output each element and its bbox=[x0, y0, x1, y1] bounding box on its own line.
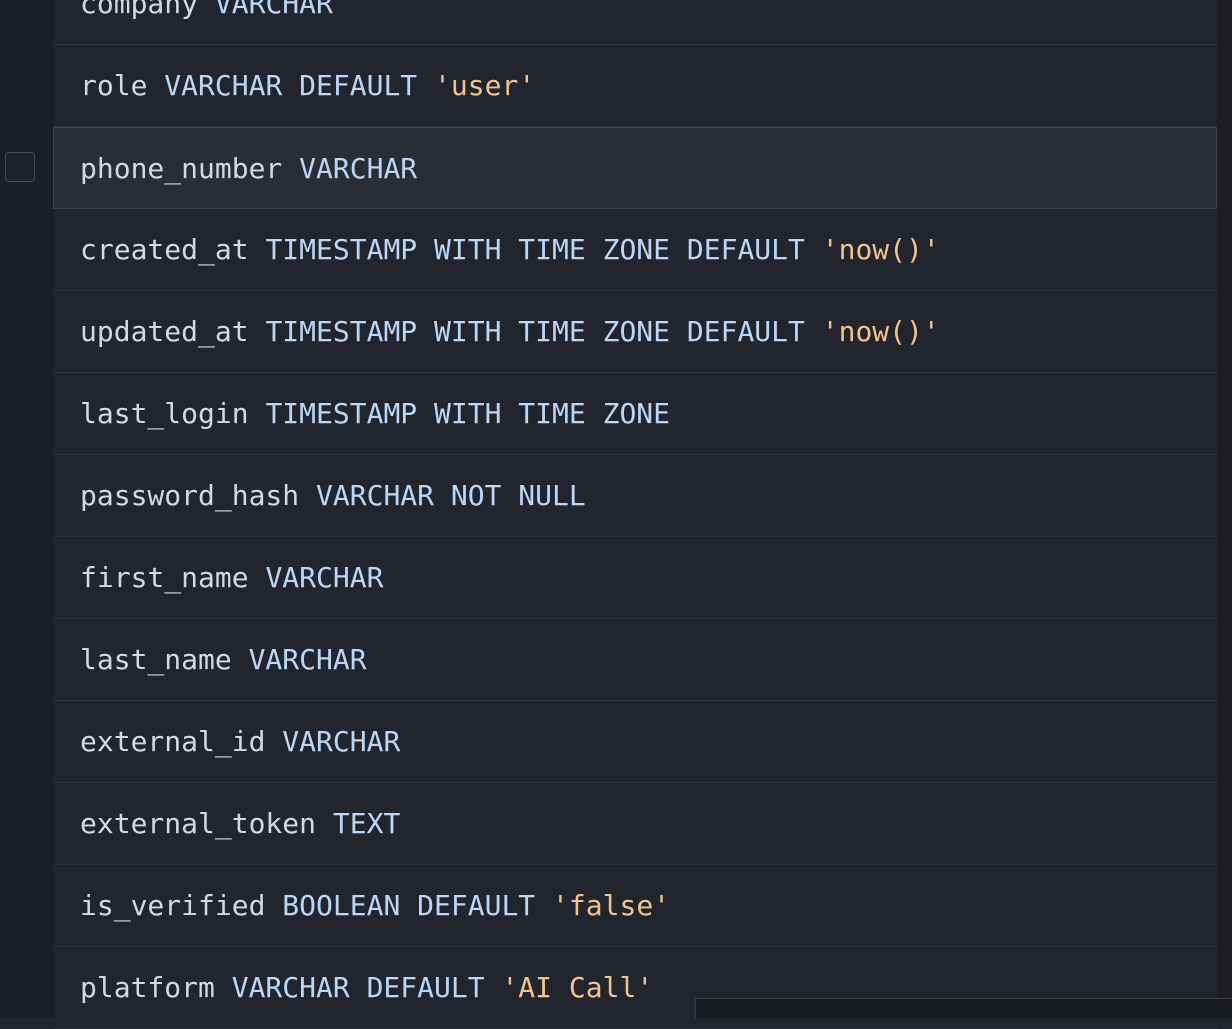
column-default: 'now()' bbox=[821, 233, 940, 266]
column-type: VARCHAR DEFAULT bbox=[231, 971, 485, 1004]
column-default: 'AI Call' bbox=[501, 971, 654, 1004]
column-row-last-name[interactable]: last_name VARCHAR bbox=[54, 619, 1217, 701]
column-row-external-token[interactable]: external_token TEXT bbox=[54, 783, 1217, 865]
column-name: updated_at bbox=[80, 315, 249, 348]
column-name: platform bbox=[80, 971, 215, 1004]
column-type: VARCHAR bbox=[282, 725, 401, 758]
column-type: VARCHAR bbox=[214, 0, 333, 20]
column-row-phone-number[interactable]: phone_number VARCHAR bbox=[53, 127, 1217, 209]
column-row-company[interactable]: company VARCHAR bbox=[54, 0, 1217, 45]
column-row-first-name[interactable]: first_name VARCHAR bbox=[54, 537, 1217, 619]
column-name: role bbox=[80, 69, 148, 102]
column-row-role[interactable]: role VARCHAR DEFAULT 'user' bbox=[54, 45, 1217, 127]
column-name: phone_number bbox=[80, 152, 283, 185]
column-default: 'now()' bbox=[821, 315, 940, 348]
column-list: company VARCHAR role VARCHAR DEFAULT 'us… bbox=[53, 0, 1217, 1029]
column-row-external-id[interactable]: external_id VARCHAR bbox=[54, 701, 1217, 783]
column-name: first_name bbox=[80, 561, 249, 594]
column-type: VARCHAR bbox=[265, 561, 384, 594]
column-row-updated-at[interactable]: updated_at TIMESTAMP WITH TIME ZONE DEFA… bbox=[54, 291, 1217, 373]
column-name: last_login bbox=[80, 397, 249, 430]
scrollbar-track[interactable] bbox=[1217, 0, 1232, 1018]
column-type: BOOLEAN DEFAULT bbox=[282, 889, 536, 922]
column-type: TIMESTAMP WITH TIME ZONE bbox=[265, 397, 671, 430]
column-name: external_id bbox=[80, 725, 266, 758]
column-type: TIMESTAMP WITH TIME ZONE DEFAULT bbox=[265, 233, 805, 266]
column-name: last_name bbox=[80, 643, 232, 676]
column-row-password-hash[interactable]: password_hash VARCHAR NOT NULL bbox=[54, 455, 1217, 537]
column-default: 'user' bbox=[434, 69, 536, 102]
column-type: TEXT bbox=[332, 807, 401, 840]
column-name: external_token bbox=[80, 807, 317, 840]
column-row-is-verified[interactable]: is_verified BOOLEAN DEFAULT 'false' bbox=[54, 865, 1217, 947]
column-type: TIMESTAMP WITH TIME ZONE DEFAULT bbox=[265, 315, 805, 348]
column-type: VARCHAR bbox=[248, 643, 367, 676]
row-select-checkbox[interactable] bbox=[5, 152, 35, 182]
column-row-created-at[interactable]: created_at TIMESTAMP WITH TIME ZONE DEFA… bbox=[54, 209, 1217, 291]
column-default: 'false' bbox=[552, 889, 671, 922]
column-type: VARCHAR bbox=[299, 152, 418, 185]
column-name: is_verified bbox=[80, 889, 266, 922]
column-row-last-login[interactable]: last_login TIMESTAMP WITH TIME ZONE bbox=[54, 373, 1217, 455]
column-name: company bbox=[80, 0, 199, 20]
column-type: VARCHAR NOT NULL bbox=[316, 479, 586, 512]
column-name: created_at bbox=[80, 233, 249, 266]
column-type: VARCHAR DEFAULT bbox=[164, 69, 418, 102]
bottom-panel-edge bbox=[695, 998, 1232, 1018]
column-name: password_hash bbox=[80, 479, 300, 512]
